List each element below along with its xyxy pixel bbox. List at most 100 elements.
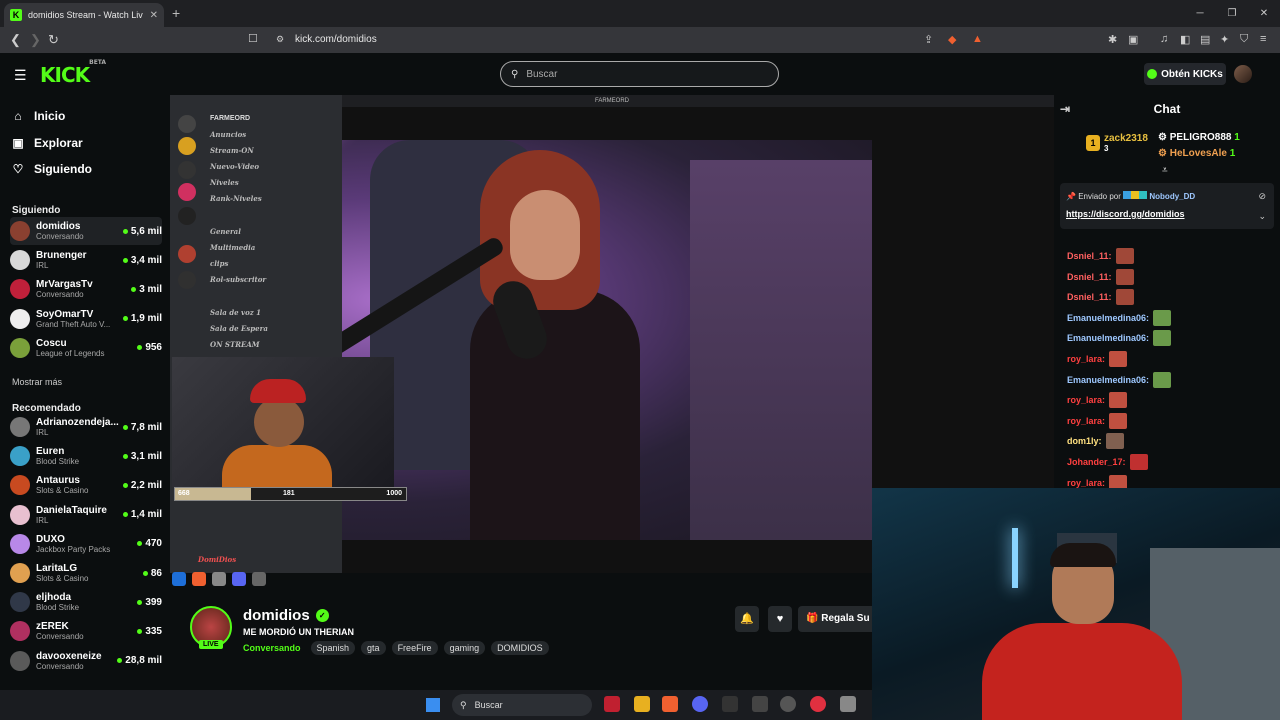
chat-username[interactable]: Emanuelmedina06: (1067, 313, 1149, 323)
sidebar-channel[interactable]: Euren Blood Strike 3,1 mil (10, 442, 162, 470)
taskbar-search[interactable]: ⚲ Buscar (452, 694, 592, 716)
extensions-icon[interactable]: ✱ (1108, 33, 1117, 46)
sidebar-channel[interactable]: Antaurus Slots & Casino 2,2 mil (10, 471, 162, 499)
chat-username[interactable]: dom1ly: (1067, 436, 1102, 446)
tag[interactable]: FreeFire (391, 641, 438, 655)
sidebar-channel[interactable]: Coscu League of Legends 956 (10, 334, 162, 362)
restore-icon[interactable]: ❐ (1216, 0, 1248, 27)
chevron-down-icon[interactable]: ⌄ (1258, 211, 1266, 222)
forward-icon[interactable]: ❯ (30, 32, 41, 48)
brave-icon[interactable] (662, 696, 678, 712)
minimize-icon[interactable]: ─ (1184, 0, 1216, 27)
sidebar-channel[interactable]: Brunenger IRL 3,4 mil (10, 246, 162, 274)
wallet-icon[interactable]: ▤ (1200, 33, 1210, 46)
sidebar-nav-siguiendo[interactable]: ♡ Siguiendo (12, 162, 92, 176)
chat-username[interactable]: Emanuelmedina06: (1067, 333, 1149, 343)
show-more-link[interactable]: Mostrar más (12, 377, 62, 387)
chat-username[interactable]: roy_lara: (1067, 354, 1105, 364)
address-bar[interactable]: kick.com/domidios (295, 34, 377, 45)
opera-icon[interactable] (810, 696, 826, 712)
share-icon[interactable]: ⇪ (924, 33, 933, 46)
sidebar-channel[interactable]: davooxeneize Conversando 28,8 mil (10, 647, 162, 675)
music-icon[interactable]: ♫ (1160, 33, 1168, 45)
sidebar-channel[interactable]: eljhoda Blood Strike 399 (10, 588, 162, 616)
settings-icon[interactable] (840, 696, 856, 712)
collapse-chat-icon[interactable]: ⇥ (1060, 95, 1070, 123)
chat-message[interactable]: Emanuelmedina06: (1067, 371, 1172, 388)
chat-message[interactable]: Johander_17: (1067, 454, 1148, 470)
sidebar-icon[interactable]: ◧ (1180, 33, 1190, 46)
rank-badge: 1 (1086, 135, 1100, 151)
sidebar-channel[interactable]: zEREK Conversando 335 (10, 617, 162, 645)
unpin-icon[interactable]: ⊘ (1258, 191, 1266, 202)
sidebar-channel[interactable]: DanielaTaquire IRL 1,4 mil (10, 501, 162, 529)
gift-sub-button[interactable]: 🎁 Regala Su (798, 606, 872, 632)
menu-hamburger-icon[interactable]: ☰ (14, 67, 27, 84)
sidebar-channel[interactable]: MrVargasTv Conversando 3 mil (10, 275, 162, 303)
user-avatar[interactable] (1234, 65, 1252, 83)
chat-username[interactable]: roy_lara: (1067, 395, 1105, 405)
chat-message[interactable]: roy_lara: (1067, 392, 1128, 409)
chat-username[interactable]: roy_lara: (1067, 416, 1105, 426)
browser-tab[interactable]: K domidios Stream - Watch Liv ✕ (4, 3, 164, 27)
top-gifter-1[interactable]: 1 zack2318 3 (1086, 133, 1148, 153)
channel-name[interactable]: domidios ✓ (243, 607, 329, 624)
sidebar-channel[interactable]: domidios Conversando 5,6 mil (10, 217, 162, 245)
leo-icon[interactable]: ✦ (1220, 33, 1229, 46)
sidebar-nav-explorar[interactable]: ▣ Explorar (12, 136, 82, 150)
category-link[interactable]: Conversando (243, 643, 301, 653)
tag[interactable]: gta (361, 641, 386, 655)
site-info-icon[interactable]: ⚙ (276, 34, 284, 45)
tag[interactable]: Spanish (310, 641, 356, 655)
chat-username[interactable]: Dsniel_11: (1067, 251, 1112, 261)
chat-message[interactable]: dom1ly: (1067, 433, 1124, 450)
app-icon[interactable] (752, 696, 768, 712)
vpn-icon[interactable]: ⛉ (1240, 33, 1248, 46)
new-tab-icon[interactable]: + (172, 5, 180, 21)
pinned-message[interactable]: 📌 Enviado por Nobody_DD https://discord.… (1060, 183, 1274, 229)
sidebar-channel[interactable]: DUXO Jackbox Party Packs 470 (10, 530, 162, 558)
menu-icon[interactable]: ≡ (1260, 33, 1266, 45)
chat-username[interactable]: Johander_17: (1067, 457, 1126, 467)
close-tab-icon[interactable]: ✕ (150, 10, 158, 21)
brave-rewards-icon[interactable]: ▲ (972, 33, 983, 45)
tag[interactable]: gaming (443, 641, 486, 655)
back-icon[interactable]: ❮ (10, 32, 21, 48)
expand-gifters-icon[interactable]: ⩡ (1162, 165, 1168, 176)
sidebar-nav-inicio[interactable]: ⌂ Inicio (12, 109, 65, 123)
start-icon[interactable] (426, 698, 440, 712)
app-icon[interactable] (604, 696, 620, 712)
chat-message[interactable]: Dsniel_11: (1067, 289, 1134, 306)
sidebar-channel[interactable]: Adrianozendeja... IRL 7,8 mil (10, 413, 162, 441)
pinned-link[interactable]: https://discord.gg/domidios (1066, 209, 1185, 219)
file-explorer-icon[interactable] (634, 696, 650, 712)
notification-bell-button[interactable]: 🔔 (735, 606, 759, 632)
chat-username[interactable]: Emanuelmedina06: (1067, 375, 1149, 385)
chat-message[interactable]: Emanuelmedina06: (1067, 330, 1172, 347)
reload-icon[interactable]: ↻ (48, 32, 59, 48)
search-input[interactable]: ⚲ Buscar (500, 61, 779, 87)
top-gifter-3[interactable]: ⚙ HeLovesAle 1 (1158, 148, 1235, 159)
capcut-icon[interactable] (722, 696, 738, 712)
top-gifter-2[interactable]: ⚙ PELIGRO888 1 (1158, 132, 1240, 143)
chat-username[interactable]: Dsniel_11: (1067, 292, 1112, 302)
chat-message[interactable]: Dsniel_11: (1067, 248, 1134, 264)
bookmark-icon[interactable]: ☐ (248, 32, 258, 45)
kick-logo[interactable]: KICKBETA (40, 59, 106, 87)
chat-username[interactable]: Dsniel_11: (1067, 272, 1112, 282)
sidebar-channel[interactable]: LaritaLG Slots & Casino 86 (10, 559, 162, 587)
brave-shield-icon[interactable]: ◆ (948, 33, 956, 46)
chat-username[interactable]: roy_lara: (1067, 478, 1105, 488)
chat-message[interactable]: Dsniel_11: (1067, 268, 1134, 285)
close-window-icon[interactable]: ✕ (1248, 0, 1280, 27)
obs-icon[interactable] (780, 696, 796, 712)
get-kicks-button[interactable]: Obtén KICKs (1144, 63, 1226, 85)
tag[interactable]: DOMIDIOS (491, 641, 549, 655)
screenshot-icon[interactable]: ▣ (1128, 33, 1138, 46)
sidebar-channel[interactable]: SoyOmarTV Grand Theft Auto V... 1,9 mil (10, 305, 162, 333)
discord-icon[interactable] (692, 696, 708, 712)
follow-button[interactable]: ♥ (768, 606, 792, 632)
chat-message[interactable]: roy_lara: (1067, 412, 1128, 429)
chat-message[interactable]: roy_lara: (1067, 351, 1128, 367)
chat-message[interactable]: Emanuelmedina06: (1067, 309, 1172, 326)
